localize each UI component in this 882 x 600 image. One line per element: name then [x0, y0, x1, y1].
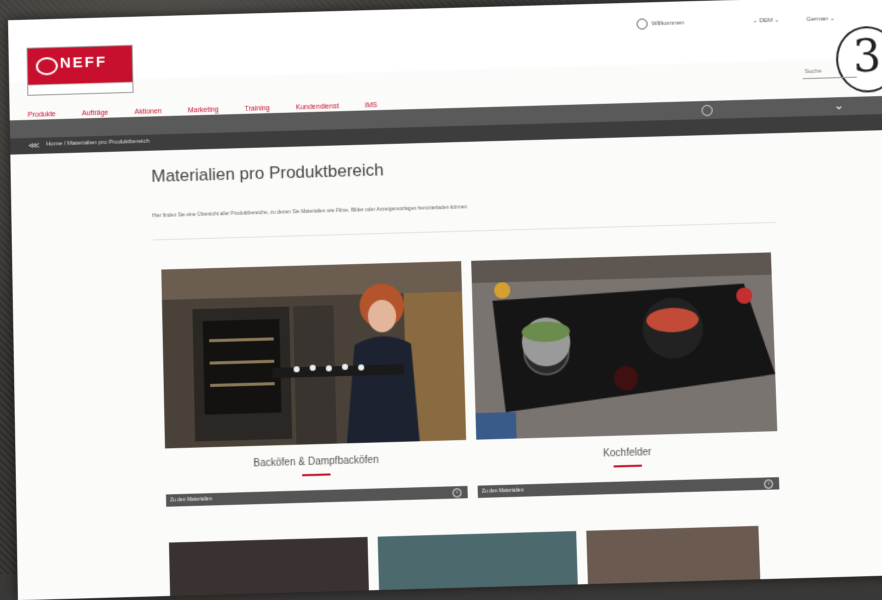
- language-select[interactable]: German ⌄: [806, 15, 835, 23]
- nav-item-kundendienst[interactable]: Kundendienst: [296, 103, 339, 111]
- annotation-number-badge: 3: [834, 25, 882, 94]
- card-backofen[interactable]: Backöfen & Dampfbacköfen Zu den Material…: [161, 261, 468, 507]
- page-intro: Hier finden Sie eine Übersicht aller Pro…: [152, 204, 469, 220]
- region-select[interactable]: ⌄ DEM ⌄: [752, 17, 779, 25]
- breadcrumb-text[interactable]: Home / Materialien pro Produktbereich: [46, 139, 149, 148]
- language-label: German: [806, 16, 829, 23]
- search-input[interactable]: [802, 64, 857, 80]
- nav-item-training[interactable]: Training: [245, 105, 270, 113]
- user-icon: [636, 18, 648, 30]
- neff-logo[interactable]: NEFF: [26, 44, 134, 96]
- logo-strip: [28, 81, 133, 95]
- cooktop-photo[interactable]: [471, 252, 778, 440]
- browser-screen: NEFF Willkommen ⌄ DEM ⌄ German ⌄ 3 Produ…: [8, 0, 882, 600]
- card-thumbnail[interactable]: [377, 531, 579, 599]
- chevron-down-icon[interactable]: ⌄: [834, 98, 845, 112]
- oven-photo[interactable]: [161, 261, 467, 449]
- divider: [152, 221, 776, 241]
- category-cards-row-2: [168, 525, 789, 600]
- card-title[interactable]: Kochfelder: [477, 443, 779, 463]
- cooktop-photo-illustration: [471, 252, 778, 440]
- logo-mark-icon: [35, 56, 59, 76]
- profile-icon[interactable]: [701, 104, 713, 117]
- main-content: Materialien pro Produktbereich Hier find…: [151, 149, 776, 241]
- nav-item-ims[interactable]: IMS: [365, 102, 378, 109]
- card-kochfelder[interactable]: Kochfelder Zu den Materialien ›: [471, 252, 780, 498]
- arrow-right-icon: ›: [763, 479, 774, 489]
- account-label: Willkommen: [651, 19, 685, 27]
- card-thumbnail[interactable]: [168, 536, 370, 600]
- nav-item-aktionen[interactable]: Aktionen: [134, 108, 161, 116]
- page-title: Materialien pro Produktbereich: [151, 160, 384, 186]
- category-cards: Backöfen & Dampfbacköfen Zu den Material…: [161, 252, 780, 507]
- logo-text: NEFF: [59, 53, 108, 72]
- materials-button[interactable]: Zu den Materialien ›: [165, 485, 468, 507]
- arrow-right-icon: ›: [452, 488, 462, 498]
- card-underline: [302, 473, 331, 477]
- materials-button[interactable]: Zu den Materialien ›: [477, 477, 780, 498]
- card-thumbnail[interactable]: [586, 525, 761, 593]
- oven-photo-illustration: [161, 261, 467, 449]
- nav-item-produkte[interactable]: Produkte: [28, 111, 56, 119]
- share-icon[interactable]: ⋘: [28, 141, 40, 150]
- card-title[interactable]: Backöfen & Dampfbacköfen: [165, 452, 467, 472]
- materials-button-label: Zu den Materialien: [170, 496, 213, 504]
- nav-item-marketing[interactable]: Marketing: [188, 107, 219, 115]
- card-underline: [613, 464, 642, 468]
- account-menu[interactable]: Willkommen: [636, 17, 685, 30]
- nav-item-auftraege[interactable]: Aufträge: [82, 110, 109, 118]
- region-label: DEM: [759, 17, 773, 25]
- materials-button-label: Zu den Materialien: [481, 487, 524, 495]
